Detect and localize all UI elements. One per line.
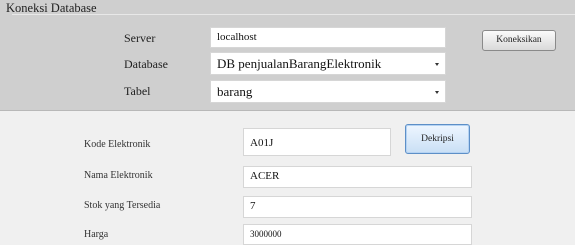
server-input[interactable]: localhost [210,27,446,48]
database-label: Database [124,57,168,71]
server-label: Server [124,31,156,45]
table-label: Tabel [124,84,151,98]
table-select[interactable]: barang [210,80,446,103]
connect-button[interactable]: Koneksikan [482,30,556,51]
nama-label: Nama Elektronik [84,170,153,181]
stok-label: Stok yang Tersedia [84,200,161,211]
stok-input[interactable]: 7 [243,196,472,218]
chevron-down-icon [435,62,439,66]
nama-input[interactable]: ACER [243,166,472,188]
divider [0,110,575,111]
table-select-value: barang [217,84,253,99]
harga-label: Harga [84,229,109,240]
kode-input[interactable]: A01J [243,128,391,156]
connection-panel: Koneksi Database Server localhost Databa… [0,0,575,110]
dekripsi-button[interactable]: Dekripsi [405,124,470,154]
database-select[interactable]: DB penjualanBarangElektronik [210,52,446,75]
kode-label: Kode Elektronik [84,139,151,150]
database-select-value: DB penjualanBarangElektronik [217,56,382,71]
chevron-down-icon [435,90,439,94]
harga-input[interactable]: 3000000 [243,224,472,245]
